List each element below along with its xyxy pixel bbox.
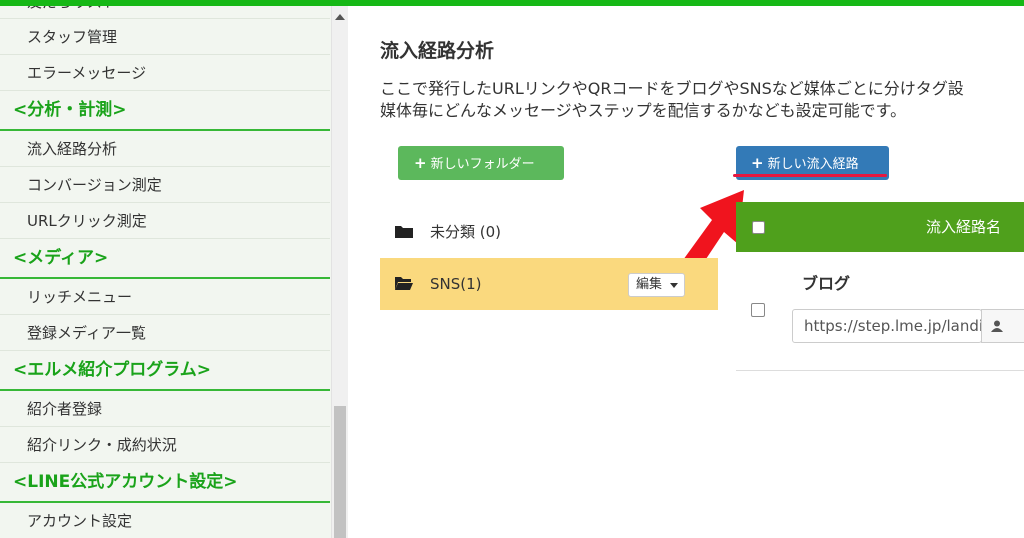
- sidebar-item-referral-links[interactable]: 紹介リンク・成約状況: [0, 427, 330, 463]
- new-folder-button[interactable]: + 新しいフォルダー: [398, 146, 564, 180]
- new-route-label: 新しい流入経路: [767, 157, 859, 172]
- plus-icon: +: [751, 154, 764, 172]
- sidebar-section-analysis: <分析・計測>: [0, 91, 330, 131]
- sidebar-item-friends-list[interactable]: 友だちリスト: [0, 6, 330, 19]
- page-description: ここで発行したURLリンクやQRコードをブログやSNSなど媒体ごとに分けタグ設 …: [380, 78, 1024, 122]
- edit-label: 編集: [636, 277, 663, 292]
- folder-label: 未分類 (0): [430, 223, 502, 241]
- highlight-underline: [733, 174, 887, 177]
- sidebar-item-error-messages[interactable]: エラーメッセージ: [0, 55, 330, 91]
- sidebar-section-referral: <エルメ紹介プログラム>: [0, 351, 330, 391]
- caret-down-icon: [670, 283, 678, 288]
- table-header: 流入経路名: [736, 202, 1024, 252]
- folder-item-uncategorized[interactable]: 未分類 (0): [380, 206, 718, 258]
- sidebar-item-route-analysis[interactable]: 流入経路分析: [0, 131, 330, 167]
- select-all-checkbox[interactable]: [752, 221, 765, 234]
- folder-closed-icon: [395, 226, 413, 238]
- sidebar-scrollbar[interactable]: [331, 6, 348, 538]
- scrollbar-thumb[interactable]: [334, 406, 346, 538]
- sidebar-item-staff[interactable]: スタッフ管理: [0, 19, 330, 55]
- sidebar-section-line-account: <LINE公式アカウント設定>: [0, 463, 330, 503]
- column-header-route-name: 流入経路名: [926, 218, 1002, 236]
- sidebar: 友だちリスト スタッフ管理 エラーメッセージ <分析・計測> 流入経路分析 コン…: [0, 6, 348, 538]
- user-icon: [991, 320, 1003, 332]
- sidebar-item-referrer-register[interactable]: 紹介者登録: [0, 391, 330, 427]
- sidebar-item-rich-menu[interactable]: リッチメニュー: [0, 279, 330, 315]
- sidebar-item-account-settings[interactable]: アカウント設定: [0, 503, 330, 538]
- route-url-field[interactable]: https://step.lme.jp/landing: [792, 309, 982, 343]
- sidebar-item-url-click[interactable]: URLクリック測定: [0, 203, 330, 239]
- folder-item-sns[interactable]: SNS(1) 編集: [380, 258, 718, 310]
- row-divider: [736, 370, 1024, 371]
- sidebar-section-media: <メディア>: [0, 239, 330, 279]
- row-checkbox[interactable]: [751, 303, 765, 317]
- description-line-1: ここで発行したURLリンクやQRコードをブログやSNSなど媒体ごとに分けタグ設: [380, 79, 964, 98]
- sidebar-item-media-list[interactable]: 登録メディア一覧: [0, 315, 330, 351]
- main-content: 流入経路分析 ここで発行したURLリンクやQRコードをブログやSNSなど媒体ごと…: [348, 6, 1024, 538]
- page-title: 流入経路分析: [380, 40, 495, 62]
- sidebar-item-conversion[interactable]: コンバージョン測定: [0, 167, 330, 203]
- folder-edit-dropdown[interactable]: 編集: [628, 273, 685, 297]
- description-line-2: 媒体毎にどんなメッセージやステップを配信するかなども設定可能です。: [380, 101, 907, 120]
- route-name: ブログ: [802, 274, 851, 293]
- sidebar-menu: 友だちリスト スタッフ管理 エラーメッセージ <分析・計測> 流入経路分析 コン…: [0, 6, 330, 538]
- folder-label: SNS(1): [430, 275, 482, 293]
- plus-icon: +: [414, 154, 427, 172]
- folder-open-icon: [395, 277, 413, 290]
- scroll-up-arrow-icon[interactable]: [335, 14, 345, 20]
- new-folder-label: 新しいフォルダー: [430, 157, 535, 172]
- url-action-button[interactable]: [981, 309, 1024, 343]
